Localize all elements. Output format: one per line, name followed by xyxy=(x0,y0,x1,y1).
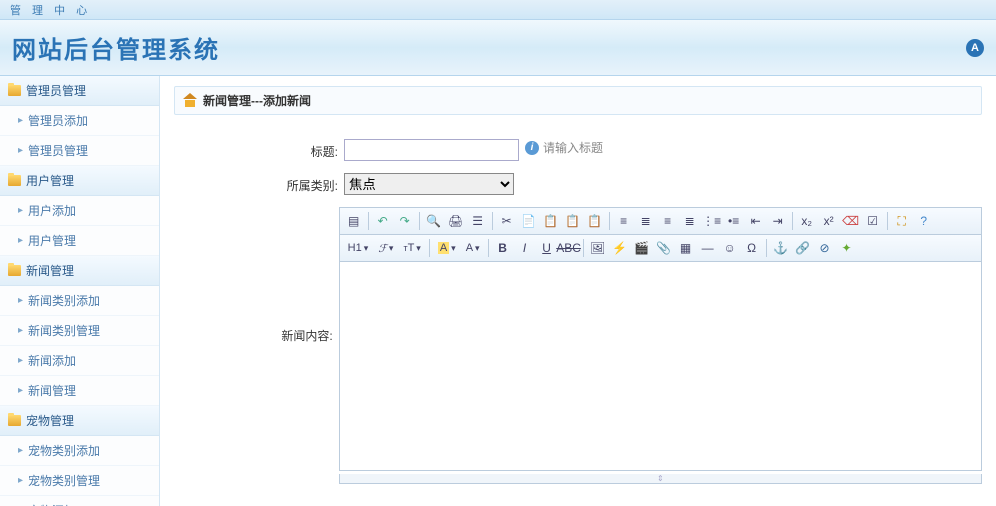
top-bar-text: 管 理 中 心 xyxy=(10,5,91,17)
bold-icon[interactable]: B xyxy=(493,238,513,258)
bullet-icon: ▸ xyxy=(18,355,23,366)
select-all-icon[interactable]: ☑ xyxy=(863,211,883,231)
bullet-icon: ▸ xyxy=(18,385,23,396)
folder-icon xyxy=(8,415,21,426)
media-icon[interactable]: 🎬 xyxy=(632,238,652,258)
main-content: 新闻管理---添加新闻 标题: i 请输入标题 所属类别: 焦点 新闻内容: xyxy=(160,76,996,506)
help-icon[interactable]: ? xyxy=(914,211,934,231)
bullet-icon: ▸ xyxy=(18,445,23,456)
paste-icon[interactable]: 📋 xyxy=(541,211,561,231)
rich-editor: ▤ ↶ ↷ 🔍 🖨 ☰ ✂ 📄 📋 📋 📋 xyxy=(339,207,982,484)
align-center-icon[interactable]: ≣ xyxy=(636,211,656,231)
category-select[interactable]: 焦点 xyxy=(344,173,514,195)
bgcolor-dropdown[interactable]: A xyxy=(462,238,484,258)
align-justify-icon[interactable]: ≣ xyxy=(680,211,700,231)
breadcrumb-text: 新闻管理---添加新闻 xyxy=(203,92,311,109)
file-icon[interactable]: 📎 xyxy=(654,238,674,258)
table-icon[interactable]: ▦ xyxy=(676,238,696,258)
strike-icon[interactable]: ABC xyxy=(559,238,579,258)
form: 标题: i 请输入标题 所属类别: 焦点 新闻内容: ▤ xyxy=(174,129,982,506)
content-textarea[interactable] xyxy=(339,261,982,471)
sidebar-item[interactable]: ▸管理员管理 xyxy=(0,136,159,166)
sidebar-category[interactable]: 新闻管理 xyxy=(0,256,159,286)
editor-toolbar-row2: H1 ℱ тT A A B I U ABC 🖼 ⚡ 🎬 xyxy=(339,234,982,261)
user-icon[interactable]: A xyxy=(966,39,984,57)
italic-icon[interactable]: I xyxy=(515,238,535,258)
list-ul-icon[interactable]: •≡ xyxy=(724,211,744,231)
anchor-icon[interactable]: ⚓ xyxy=(771,238,791,258)
paste-text-icon[interactable]: 📋 xyxy=(563,211,583,231)
redo-icon[interactable]: ↷ xyxy=(395,211,415,231)
sidebar-item[interactable]: ▸宠物类别管理 xyxy=(0,466,159,496)
sidebar-item[interactable]: ▸宠物添加 xyxy=(0,496,159,506)
align-left-icon[interactable]: ≡ xyxy=(614,211,634,231)
sidebar-item[interactable]: ▸新闻管理 xyxy=(0,376,159,406)
sidebar-item[interactable]: ▸管理员添加 xyxy=(0,106,159,136)
sidebar-item[interactable]: ▸新闻添加 xyxy=(0,346,159,376)
breadcrumb: 新闻管理---添加新闻 xyxy=(174,86,982,115)
bullet-icon: ▸ xyxy=(18,325,23,336)
sidebar-item[interactable]: ▸用户管理 xyxy=(0,226,159,256)
font-dropdown[interactable]: ℱ xyxy=(374,238,397,258)
preview-icon[interactable]: 🔍 xyxy=(424,211,444,231)
category-label: 所属类别: xyxy=(174,173,344,194)
special-icon[interactable]: Ω xyxy=(742,238,762,258)
image-icon[interactable]: 🖼 xyxy=(588,238,608,258)
sidebar: 管理员管理▸管理员添加▸管理员管理用户管理▸用户添加▸用户管理新闻管理▸新闻类别… xyxy=(0,76,160,506)
info-icon: i xyxy=(525,141,539,155)
link-icon[interactable]: 🔗 xyxy=(793,238,813,258)
editor-toolbar-row1: ▤ ↶ ↷ 🔍 🖨 ☰ ✂ 📄 📋 📋 📋 xyxy=(339,207,982,234)
list-ol-icon[interactable]: ⋮≡ xyxy=(702,211,722,231)
clear-format-icon[interactable]: ⌫ xyxy=(841,211,861,231)
undo-icon[interactable]: ↶ xyxy=(373,211,393,231)
template-icon[interactable]: ☰ xyxy=(468,211,488,231)
heading-dropdown[interactable]: H1 xyxy=(344,238,373,258)
underline-icon[interactable]: U xyxy=(537,238,557,258)
indent-icon[interactable]: ⇥ xyxy=(768,211,788,231)
fullscreen-icon[interactable]: ⛶ xyxy=(892,211,912,231)
paste-word-icon[interactable]: 📋 xyxy=(585,211,605,231)
sidebar-item[interactable]: ▸新闻类别添加 xyxy=(0,286,159,316)
fontcolor-dropdown[interactable]: A xyxy=(434,238,460,258)
size-dropdown[interactable]: тT xyxy=(399,238,424,258)
sidebar-item[interactable]: ▸新闻类别管理 xyxy=(0,316,159,346)
about-icon[interactable]: ✦ xyxy=(837,238,857,258)
bullet-icon: ▸ xyxy=(18,235,23,246)
content-label: 新闻内容: xyxy=(174,207,339,344)
folder-icon xyxy=(8,175,21,186)
source-icon[interactable]: ▤ xyxy=(344,211,364,231)
home-icon xyxy=(183,95,197,107)
title-label: 标题: xyxy=(174,139,344,160)
title-input[interactable] xyxy=(344,139,519,161)
superscript-icon[interactable]: x² xyxy=(819,211,839,231)
sidebar-category[interactable]: 宠物管理 xyxy=(0,406,159,436)
emoji-icon[interactable]: ☺ xyxy=(720,238,740,258)
sidebar-item[interactable]: ▸用户添加 xyxy=(0,196,159,226)
unlink-icon[interactable]: ⊘ xyxy=(815,238,835,258)
bullet-icon: ▸ xyxy=(18,475,23,486)
sidebar-category[interactable]: 用户管理 xyxy=(0,166,159,196)
title-hint: i 请输入标题 xyxy=(525,139,603,156)
top-bar: 管 理 中 心 xyxy=(0,0,996,20)
print-icon[interactable]: 🖨 xyxy=(446,211,466,231)
folder-icon xyxy=(8,265,21,276)
header: 网站后台管理系统 A xyxy=(0,20,996,76)
subscript-icon[interactable]: x₂ xyxy=(797,211,817,231)
sidebar-category[interactable]: 管理员管理 xyxy=(0,76,159,106)
resize-handle[interactable]: ⇕ xyxy=(339,474,982,484)
hr-icon[interactable]: — xyxy=(698,238,718,258)
cut-icon[interactable]: ✂ xyxy=(497,211,517,231)
bullet-icon: ▸ xyxy=(18,145,23,156)
bullet-icon: ▸ xyxy=(18,295,23,306)
bullet-icon: ▸ xyxy=(18,205,23,216)
align-right-icon[interactable]: ≡ xyxy=(658,211,678,231)
folder-icon xyxy=(8,85,21,96)
sidebar-item[interactable]: ▸宠物类别添加 xyxy=(0,436,159,466)
flash-icon[interactable]: ⚡ xyxy=(610,238,630,258)
copy-icon[interactable]: 📄 xyxy=(519,211,539,231)
bullet-icon: ▸ xyxy=(18,115,23,126)
outdent-icon[interactable]: ⇤ xyxy=(746,211,766,231)
page-title: 网站后台管理系统 xyxy=(12,30,220,65)
